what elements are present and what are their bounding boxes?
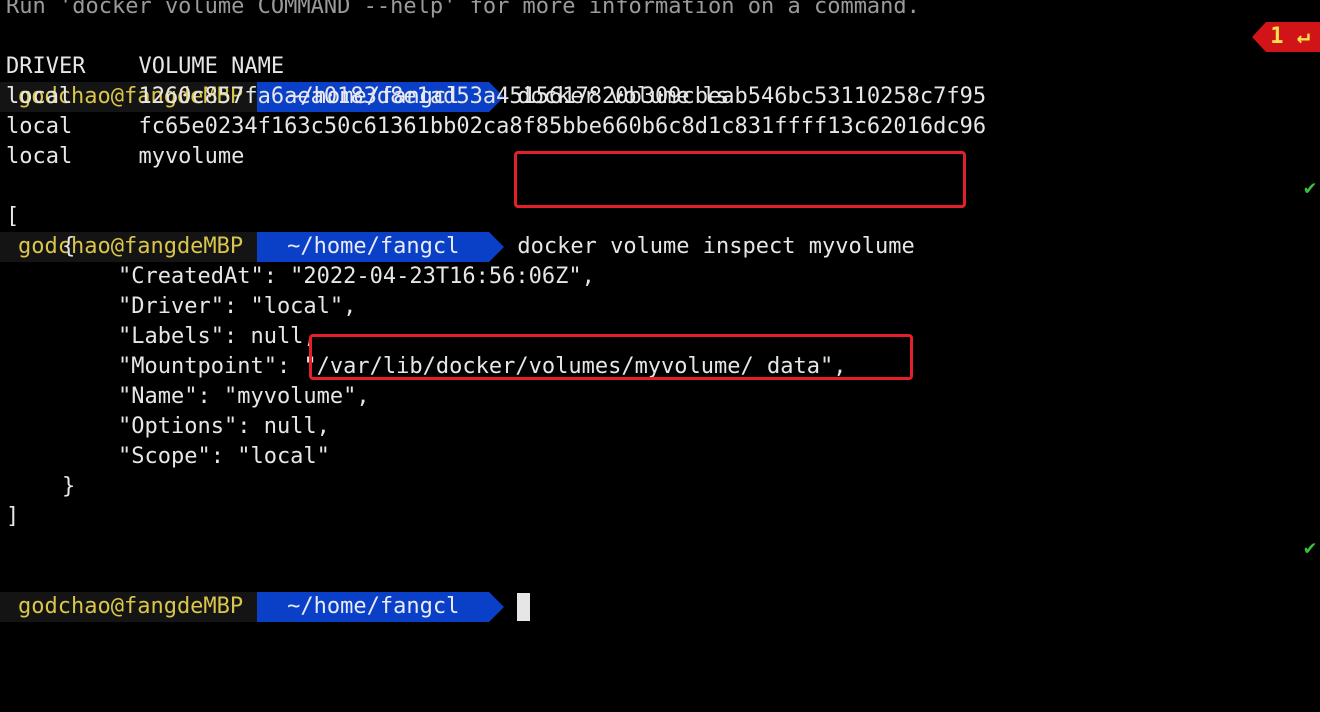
json-close-bracket: ] (6, 504, 20, 529)
command-highlight-box (514, 151, 966, 208)
json-driver: "Driver": "local", (118, 294, 357, 319)
success-check-icon: ✔ (1303, 175, 1316, 199)
prompt-line-3: godchao@fangdeMBP ~/home/fangcl ✔ (0, 532, 1320, 622)
badge-arrow-icon (1252, 22, 1267, 52)
exit-code-badge: 1 ↵ (1252, 22, 1320, 52)
text-cursor[interactable] (517, 593, 531, 621)
ls-row: local fc65e0234f163c50c61361bb02ca8f85bb… (6, 114, 987, 139)
ls-header: DRIVER VOLUME NAME (6, 54, 285, 79)
json-name: "Name": "myvolume", (118, 384, 370, 409)
terminal-window[interactable]: Run 'docker volume COMMAND --help' for m… (0, 0, 1320, 622)
json-open-brace: { (62, 234, 76, 259)
json-created-at: "CreatedAt": "2022-04-23T16:56:06Z", (118, 264, 595, 289)
json-options: "Options": null, (118, 414, 330, 439)
json-scope: "Scope": "local" (118, 444, 330, 469)
success-check-icon: ✔ (1303, 535, 1316, 559)
return-icon: ↵ (1296, 24, 1310, 49)
prompt-user-segment: godchao@fangdeMBP (0, 592, 273, 622)
exit-code-value: 1 (1270, 24, 1284, 49)
prompt-dir-segment: ~/home/fangcl (257, 592, 505, 622)
ls-row: local 1260c857fa6aea0183d8e1ad53a4515617… (6, 84, 987, 109)
prompt-line-1: godchao@fangdeMBP ~/home/fangcl docker v… (0, 22, 1320, 112)
json-close-brace: } (62, 474, 76, 499)
mountpoint-highlight-box (309, 334, 913, 380)
previous-output-line: Run 'docker volume COMMAND --help' for m… (6, 0, 920, 19)
mountpoint-key: "Mountpoint": (118, 354, 304, 379)
